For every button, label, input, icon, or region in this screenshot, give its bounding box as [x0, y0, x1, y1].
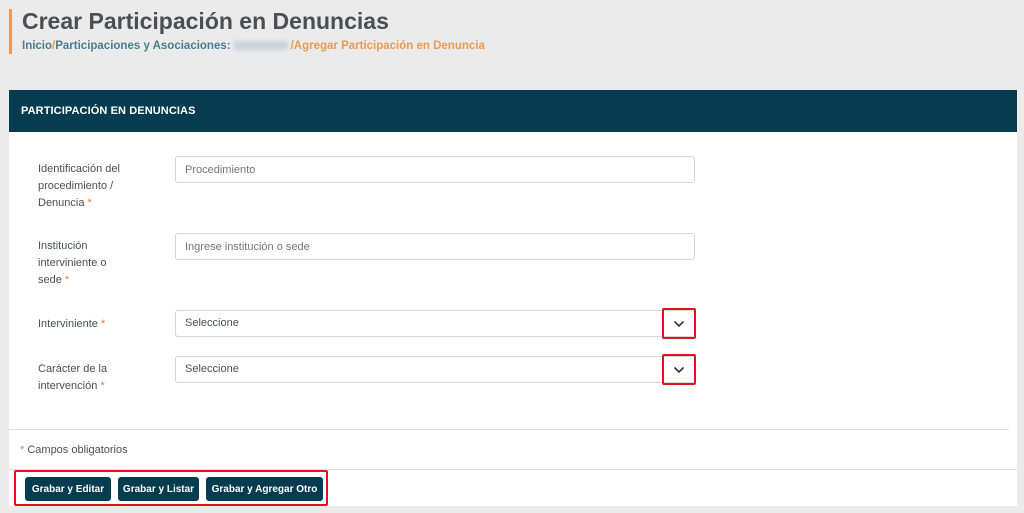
save-list-button[interactable]: Grabar y Listar — [118, 477, 199, 501]
character-select-value: Seleccione — [185, 363, 239, 375]
institution-input[interactable] — [175, 233, 695, 260]
header-accent-bar — [9, 9, 12, 54]
intervener-select[interactable]: Seleccione — [175, 308, 696, 339]
breadcrumb-home[interactable]: Inicio — [22, 40, 52, 52]
card-title: PARTICIPACIÓN EN DENUNCIAS — [21, 105, 196, 117]
chevron-down-icon — [673, 366, 685, 373]
institution-label: Institución interviniente o sede * — [38, 240, 107, 286]
intervener-label: Interviniente * — [38, 318, 106, 330]
character-dropdown-toggle[interactable] — [662, 354, 696, 385]
intervener-select-value: Seleccione — [185, 317, 239, 329]
breadcrumb: Inicio/Participaciones y Asociaciones:/A… — [22, 40, 485, 52]
form-divider — [9, 429, 1009, 430]
procedure-input[interactable] — [175, 156, 695, 183]
breadcrumb-current: Agregar Participación en Denuncia — [293, 40, 485, 52]
form-card: PARTICIPACIÓN EN DENUNCIAS Identificació… — [9, 90, 1017, 506]
mandatory-note: * Campos obligatorios — [20, 444, 128, 456]
breadcrumb-section[interactable]: Participaciones y Asociaciones: — [55, 40, 230, 52]
action-button-group: Grabar y Editar Grabar y Listar Grabar y… — [14, 470, 328, 506]
page-header: Crear Participación en Denuncias Inicio/… — [0, 0, 1024, 72]
chevron-down-icon — [673, 320, 685, 327]
intervener-dropdown-toggle[interactable] — [662, 308, 696, 339]
page-title: Crear Participación en Denuncias — [22, 8, 389, 34]
procedure-label: Identificación del procedimiento / Denun… — [38, 163, 120, 209]
character-select[interactable]: Seleccione — [175, 354, 696, 385]
breadcrumb-redacted-name — [233, 41, 288, 51]
save-edit-button[interactable]: Grabar y Editar — [25, 477, 111, 501]
card-header: PARTICIPACIÓN EN DENUNCIAS — [9, 90, 1017, 132]
save-add-another-button[interactable]: Grabar y Agregar Otro — [206, 477, 323, 501]
character-label: Carácter de la intervención * — [38, 363, 108, 392]
